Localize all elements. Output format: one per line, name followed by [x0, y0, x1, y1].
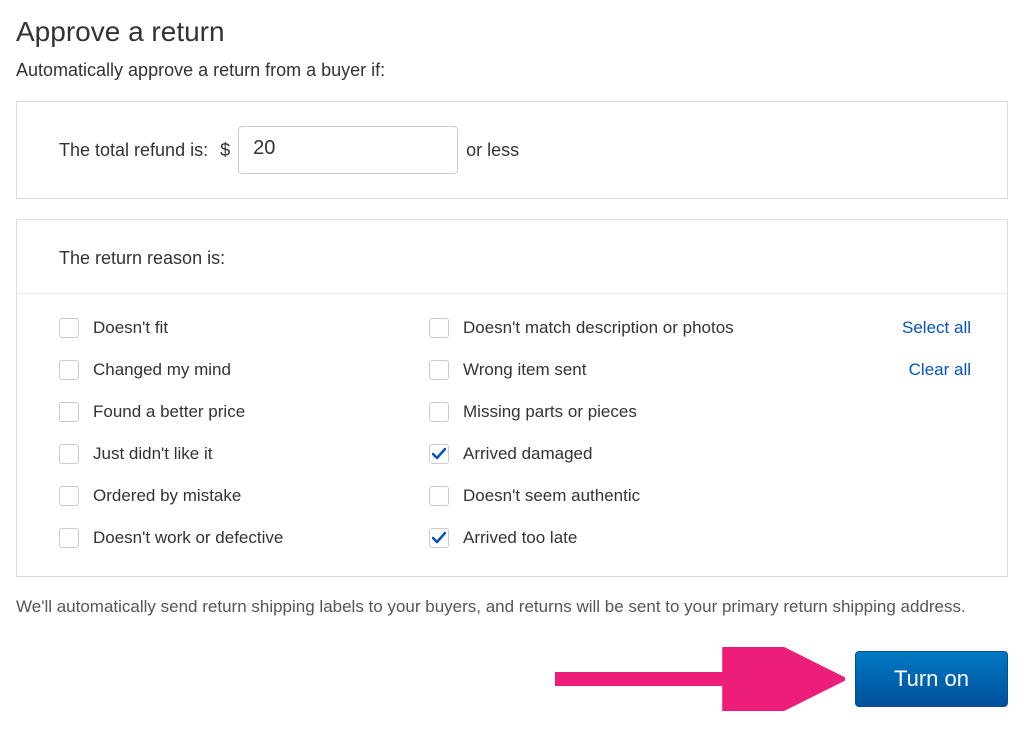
reason-item-wrong-item: Wrong item sent: [429, 360, 769, 380]
reasons-bulk-links: Select all Clear all: [902, 318, 971, 548]
reason-item-defective: Doesn't work or defective: [59, 528, 399, 548]
reason-item-not-authentic: Doesn't seem authentic: [429, 486, 769, 506]
reason-item-arrived-damaged: Arrived damaged: [429, 444, 769, 464]
select-all-link[interactable]: Select all: [902, 318, 971, 338]
reason-checkbox-defective[interactable]: [59, 528, 79, 548]
reason-item-no-match: Doesn't match description or photos: [429, 318, 769, 338]
reason-checkbox-changed-mind[interactable]: [59, 360, 79, 380]
page-title: Approve a return: [16, 16, 1008, 48]
return-reasons-panel: The return reason is: Doesn't fit Changed…: [16, 219, 1008, 577]
reason-label-wrong-item: Wrong item sent: [463, 360, 586, 380]
annotation-arrow-icon: [545, 647, 845, 711]
reason-label-arrived-damaged: Arrived damaged: [463, 444, 592, 464]
reason-item-doesnt-fit: Doesn't fit: [59, 318, 399, 338]
reasons-header: The return reason is:: [17, 220, 1007, 294]
page-subtitle: Automatically approve a return from a bu…: [16, 60, 1008, 81]
turn-on-button[interactable]: Turn on: [855, 651, 1008, 707]
reason-checkbox-wrong-item[interactable]: [429, 360, 449, 380]
reason-item-changed-mind: Changed my mind: [59, 360, 399, 380]
reason-item-better-price: Found a better price: [59, 402, 399, 422]
reason-checkbox-ordered-mistake[interactable]: [59, 486, 79, 506]
reason-item-missing-parts: Missing parts or pieces: [429, 402, 769, 422]
reason-checkbox-doesnt-fit[interactable]: [59, 318, 79, 338]
reason-checkbox-better-price[interactable]: [59, 402, 79, 422]
reason-checkbox-arrived-damaged[interactable]: [429, 444, 449, 464]
reason-label-didnt-like: Just didn't like it: [93, 444, 212, 464]
reason-checkbox-no-match[interactable]: [429, 318, 449, 338]
reason-checkbox-not-authentic[interactable]: [429, 486, 449, 506]
reason-label-ordered-mistake: Ordered by mistake: [93, 486, 241, 506]
refund-label-before: The total refund is:: [59, 140, 208, 161]
footer-note: We'll automatically send return shipping…: [16, 597, 1008, 617]
reason-label-no-match: Doesn't match description or photos: [463, 318, 734, 338]
clear-all-link[interactable]: Clear all: [902, 360, 971, 380]
reasons-body: Doesn't fit Changed my mind Found a better…: [17, 294, 1007, 576]
refund-amount-input[interactable]: [238, 126, 458, 174]
reason-checkbox-arrived-late[interactable]: [429, 528, 449, 548]
reason-label-defective: Doesn't work or defective: [93, 528, 283, 548]
reasons-column-2: Doesn't match description or photos Wrong…: [429, 318, 769, 548]
reason-checkbox-didnt-like[interactable]: [59, 444, 79, 464]
reason-label-doesnt-fit: Doesn't fit: [93, 318, 168, 338]
refund-row: The total refund is: $ or less: [59, 126, 965, 174]
refund-threshold-panel: The total refund is: $ or less: [16, 101, 1008, 199]
refund-label-after: or less: [466, 140, 519, 161]
reason-label-not-authentic: Doesn't seem authentic: [463, 486, 640, 506]
reasons-column-1: Doesn't fit Changed my mind Found a better…: [59, 318, 399, 548]
reason-label-missing-parts: Missing parts or pieces: [463, 402, 637, 422]
reason-label-arrived-late: Arrived too late: [463, 528, 577, 548]
reason-item-didnt-like: Just didn't like it: [59, 444, 399, 464]
reason-label-better-price: Found a better price: [93, 402, 245, 422]
reason-checkbox-missing-parts[interactable]: [429, 402, 449, 422]
action-row: Turn on: [16, 647, 1008, 711]
currency-symbol: $: [220, 140, 230, 161]
reason-item-arrived-late: Arrived too late: [429, 528, 769, 548]
reason-item-ordered-mistake: Ordered by mistake: [59, 486, 399, 506]
reason-label-changed-mind: Changed my mind: [93, 360, 231, 380]
